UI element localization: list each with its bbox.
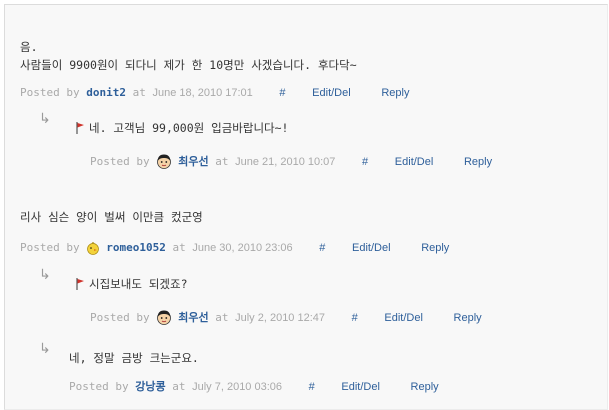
edit-del-link[interactable]: Edit/Del — [384, 312, 423, 324]
permalink-link[interactable]: # — [362, 156, 368, 168]
red-flag-icon — [76, 122, 85, 137]
comment-author[interactable]: romeo1052 — [106, 241, 166, 254]
comment-meta: Posted by romeo1052 at June 30, 2010 23:… — [20, 241, 449, 258]
reply-author[interactable]: 최우선 — [178, 155, 208, 168]
reply-arrow-icon: ↳ — [39, 341, 51, 357]
reply-date: July 7, 2010 03:06 — [192, 381, 283, 393]
reply-text-row: 네. 고객님 99,000원 입금바랍니다~! — [76, 120, 288, 137]
reply-text-row: 시집보내도 되겠죠? — [76, 276, 188, 293]
edit-del-link[interactable]: Edit/Del — [312, 87, 351, 99]
posted-by-label: Posted by — [20, 86, 80, 99]
reply-link[interactable]: Reply — [411, 381, 439, 393]
reply-link[interactable]: Reply — [464, 156, 492, 168]
permalink-link[interactable]: # — [319, 242, 325, 254]
reply-text: 시집보내도 되겠죠? — [89, 277, 188, 291]
comment-text: 음. — [20, 40, 38, 54]
posted-by-label: Posted by — [20, 241, 80, 254]
comment-date: June 30, 2010 23:06 — [192, 242, 293, 254]
posted-by-label: Posted by — [90, 155, 150, 168]
red-flag-icon — [76, 278, 85, 293]
edit-del-link[interactable]: Edit/Del — [352, 242, 391, 254]
comment-text: 사람들이 9900원이 되다니 제가 한 10명만 사겠습니다. 후다닥~ — [20, 58, 357, 72]
reply-arrow-icon: ↳ — [39, 111, 51, 127]
reply-meta: Posted by 최우선 at July 2, 2010 12:47 # Ed… — [90, 309, 482, 328]
reply-text: 네. 고객님 99,000원 입금바랍니다~! — [89, 121, 289, 135]
at-label: at — [172, 241, 186, 254]
comment-meta: Posted by donit2 at June 18, 2010 17:01 … — [20, 86, 409, 99]
posted-by-label: Posted by — [90, 311, 150, 324]
face-avatar-icon — [156, 153, 172, 172]
reply-meta: Posted by 강낭콩 at July 7, 2010 03:06 # Ed… — [69, 378, 439, 394]
at-label: at — [215, 155, 229, 168]
edit-del-link[interactable]: Edit/Del — [341, 381, 380, 393]
reply-link[interactable]: Reply — [454, 312, 482, 324]
permalink-link[interactable]: # — [279, 87, 285, 99]
comment-date: June 18, 2010 17:01 — [152, 87, 253, 99]
chick-avatar-icon — [86, 241, 100, 258]
comment-author[interactable]: donit2 — [86, 86, 126, 99]
face-avatar-icon — [156, 309, 172, 328]
reply-date: June 21, 2010 10:07 — [235, 156, 336, 168]
reply-link[interactable]: Reply — [381, 87, 409, 99]
reply-author[interactable]: 최우선 — [178, 311, 208, 324]
reply-author[interactable]: 강낭콩 — [135, 380, 165, 393]
edit-del-link[interactable]: Edit/Del — [395, 156, 434, 168]
at-label: at — [215, 311, 229, 324]
posted-by-label: Posted by — [69, 380, 129, 393]
permalink-link[interactable]: # — [352, 312, 358, 324]
at-label: at — [172, 380, 186, 393]
reply-text: 네, 정말 금방 크는군요. — [69, 351, 199, 365]
at-label: at — [132, 86, 146, 99]
reply-meta: Posted by 최우선 at June 21, 2010 10:07 # E… — [90, 153, 492, 172]
comment-section: 음. 사람들이 9900원이 되다니 제가 한 10명만 사겠습니다. 후다닥~… — [4, 4, 608, 410]
reply-arrow-icon: ↳ — [39, 267, 51, 283]
comment-text: 리사 심슨 양이 벌써 이만큼 컸군영 — [20, 210, 203, 224]
permalink-link[interactable]: # — [309, 381, 315, 393]
reply-link[interactable]: Reply — [421, 242, 449, 254]
reply-date: July 2, 2010 12:47 — [235, 312, 326, 324]
